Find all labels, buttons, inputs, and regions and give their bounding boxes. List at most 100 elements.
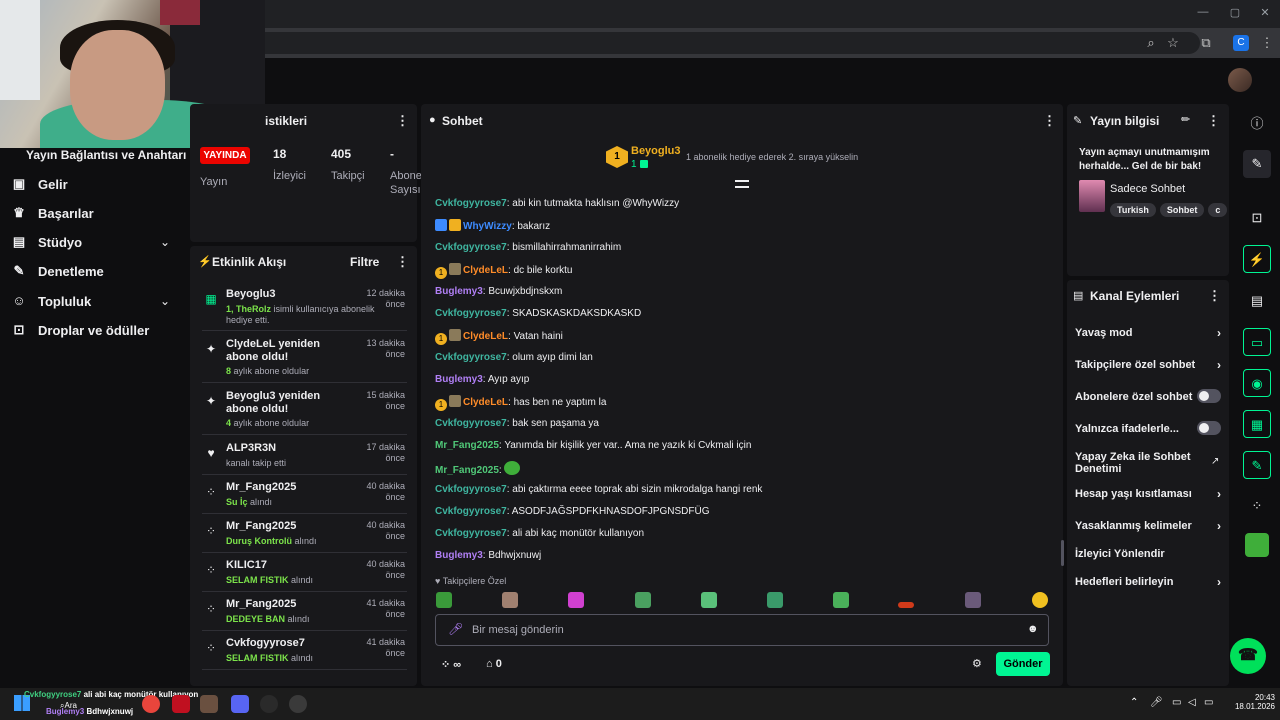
- chat-scrollbar[interactable]: [1061, 540, 1064, 566]
- microphone-icon[interactable]: 🎤︎: [448, 622, 463, 636]
- chat-icon[interactable]: ▭: [1243, 328, 1271, 356]
- lightning-icon[interactable]: ⚡: [1243, 245, 1271, 273]
- stats-menu-icon[interactable]: ⋮: [396, 113, 409, 129]
- tray-chevron-icon[interactable]: ⌃: [1130, 697, 1138, 708]
- chat-menu-icon[interactable]: ⋮: [1043, 113, 1056, 129]
- category-name[interactable]: Sadece Sohbet: [1110, 183, 1185, 195]
- action-goals[interactable]: Hedefleri belirleyin ›: [1075, 576, 1225, 588]
- emote-only-toggle[interactable]: [1197, 421, 1221, 435]
- channel-points-button[interactable]: ⁘ ∞: [441, 658, 461, 671]
- emote-face[interactable]: [502, 592, 518, 608]
- stream-title: Yayın açmayı unutmamışım herhalde... Gel…: [1079, 147, 1210, 172]
- action-emote-only[interactable]: Yalnızca ifadelerle...: [1075, 421, 1225, 435]
- external-link-icon[interactable]: ↗: [1211, 456, 1219, 467]
- tag[interactable]: Turkish: [1110, 203, 1156, 217]
- edit-icon[interactable]: ✏: [1181, 113, 1190, 126]
- broadcast-icon[interactable]: ◉: [1243, 369, 1271, 397]
- document-icon[interactable]: ▤: [1243, 287, 1271, 315]
- network-icon[interactable]: ▭: [1172, 697, 1181, 708]
- top-gifter-name[interactable]: Beyoglu3: [631, 145, 681, 157]
- user-avatar[interactable]: [1228, 68, 1252, 92]
- chrome-app-icon[interactable]: [142, 695, 160, 713]
- chat-settings-icon[interactable]: ⚙: [972, 657, 982, 670]
- app-icon[interactable]: [200, 695, 218, 713]
- subs-only-toggle[interactable]: [1197, 389, 1221, 403]
- zoom-icon[interactable]: ⌕: [1142, 34, 1160, 52]
- emote-pepe[interactable]: [701, 592, 717, 608]
- app-icon[interactable]: [172, 695, 190, 713]
- info-menu-icon[interactable]: ⋮: [1207, 113, 1220, 129]
- info-icon[interactable]: ⓘ: [1243, 110, 1271, 138]
- help-icon[interactable]: ☎: [1230, 638, 1266, 674]
- channel-points-icon[interactable]: ⁘: [1243, 492, 1271, 520]
- category-thumbnail[interactable]: [1079, 180, 1105, 212]
- layout-icon[interactable]: ▦: [1243, 410, 1271, 438]
- emote-bow[interactable]: [568, 592, 584, 608]
- maximize-icon[interactable]: ▢: [1228, 6, 1242, 20]
- wrench-icon[interactable]: ✎: [1243, 451, 1271, 479]
- microphone-tray-icon[interactable]: 🎤︎: [1150, 697, 1163, 708]
- profile-extension-badge[interactable]: C: [1233, 35, 1249, 51]
- action-banned-words[interactable]: Yasaklanmış kelimeler ›: [1075, 520, 1225, 532]
- extensions-icon[interactable]: ⧉: [1197, 34, 1215, 52]
- action-account-age[interactable]: Hesap yaşı kısıtlaması ›: [1075, 488, 1225, 500]
- app-icon[interactable]: [260, 695, 278, 713]
- list-item: ▦ Beyoglu3 12 dakika önce 1, TheRolz isi…: [202, 288, 407, 331]
- chevron-down-icon[interactable]: ⌄: [160, 235, 170, 249]
- activity-name: Beyoglu3: [226, 288, 276, 300]
- taskbar-clock[interactable]: 20:43 18.01.2026: [1230, 693, 1275, 711]
- store-button[interactable]: ⌂ 0: [486, 658, 502, 670]
- activity-name: ClydeLeL yeniden abone oldu!: [226, 338, 320, 363]
- filter-button[interactable]: Filtre: [350, 255, 379, 269]
- action-subs-only[interactable]: Abonelere özel sohbet: [1075, 389, 1225, 403]
- emote-person[interactable]: [965, 592, 981, 608]
- store-icon: ⌂: [486, 658, 493, 670]
- tag[interactable]: Sohbet: [1159, 203, 1205, 217]
- chat-message: Buglemy3: Ayıp ayıp: [435, 374, 530, 385]
- activity-menu-icon[interactable]: ⋮: [396, 254, 409, 270]
- sparkle-icon: ✦: [205, 394, 217, 408]
- browser-menu-icon[interactable]: ⋮: [1258, 34, 1276, 52]
- subs-label: Sayısı: [390, 184, 421, 196]
- sidebar-item-studyo[interactable]: ▤ Stüdyo: [12, 231, 82, 253]
- collapse-icon[interactable]: [735, 180, 749, 188]
- emote-pepe[interactable]: [767, 592, 783, 608]
- chat-message: 1 ClydeLeL: Vatan haini: [435, 329, 563, 345]
- battery-icon[interactable]: ▭: [1204, 697, 1213, 708]
- action-raid[interactable]: İzleyici Yönlendir: [1075, 548, 1225, 560]
- sidebar-item-droplar[interactable]: ⊡ Droplar ve ödüller: [12, 319, 150, 341]
- emote-pepe[interactable]: [833, 592, 849, 608]
- actions-menu-icon[interactable]: ⋮: [1208, 288, 1221, 304]
- chat-message: Mr_Fang2025: Yanımda bir kişilik yer var…: [435, 440, 752, 451]
- minimize-icon[interactable]: —: [1196, 6, 1210, 20]
- info-title: Yayın bilgisi: [1090, 114, 1160, 128]
- bookmark-star-icon[interactable]: ☆: [1164, 34, 1182, 52]
- action-followers-only[interactable]: Takipçilere özel sohbet ›: [1075, 359, 1225, 371]
- emote-duck[interactable]: [1032, 592, 1048, 608]
- sidebar-item-gelir[interactable]: ▣ Gelir: [12, 173, 68, 195]
- sidebar-item-topluluk[interactable]: ☺ Topluluk: [12, 290, 91, 312]
- discord-app-icon[interactable]: [231, 695, 249, 713]
- sidebar-stream-key-link[interactable]: Yayın Bağlantısı ve Anahtarı: [26, 148, 186, 162]
- obs-app-icon[interactable]: [289, 695, 307, 713]
- activity-name: KILIC17: [226, 559, 267, 571]
- close-window-icon[interactable]: ✕: [1258, 6, 1272, 20]
- pencil-icon[interactable]: ✎: [1243, 150, 1271, 178]
- send-button[interactable]: Gönder: [996, 652, 1050, 676]
- tag[interactable]: c: [1208, 203, 1228, 217]
- sidebar-item-basarilar[interactable]: ♛ Başarılar: [12, 202, 93, 224]
- chat-message: Cvkfogyyrose7: bismillahirrahmanirrahim: [435, 242, 622, 253]
- emote-bar[interactable]: [898, 602, 914, 608]
- address-bar[interactable]: [140, 32, 1200, 54]
- action-ai-moderation[interactable]: Yapay Zeka ile Sohbet Denetimi: [1075, 451, 1195, 475]
- sidebar-item-label: Gelir: [38, 176, 68, 192]
- sidebar-item-denetleme[interactable]: ✎ Denetleme: [12, 260, 104, 282]
- volume-icon[interactable]: ◁: [1188, 697, 1196, 708]
- chevron-down-icon[interactable]: ⌄: [160, 294, 170, 308]
- extension-icon[interactable]: [1245, 533, 1269, 557]
- emote-frog[interactable]: [436, 592, 452, 608]
- action-slow-mode[interactable]: Yavaş mod ›: [1075, 327, 1225, 339]
- capture-icon[interactable]: ⊡: [1243, 204, 1271, 232]
- emoji-icon[interactable]: ☻: [1027, 623, 1039, 635]
- emote-pepe[interactable]: [635, 592, 651, 608]
